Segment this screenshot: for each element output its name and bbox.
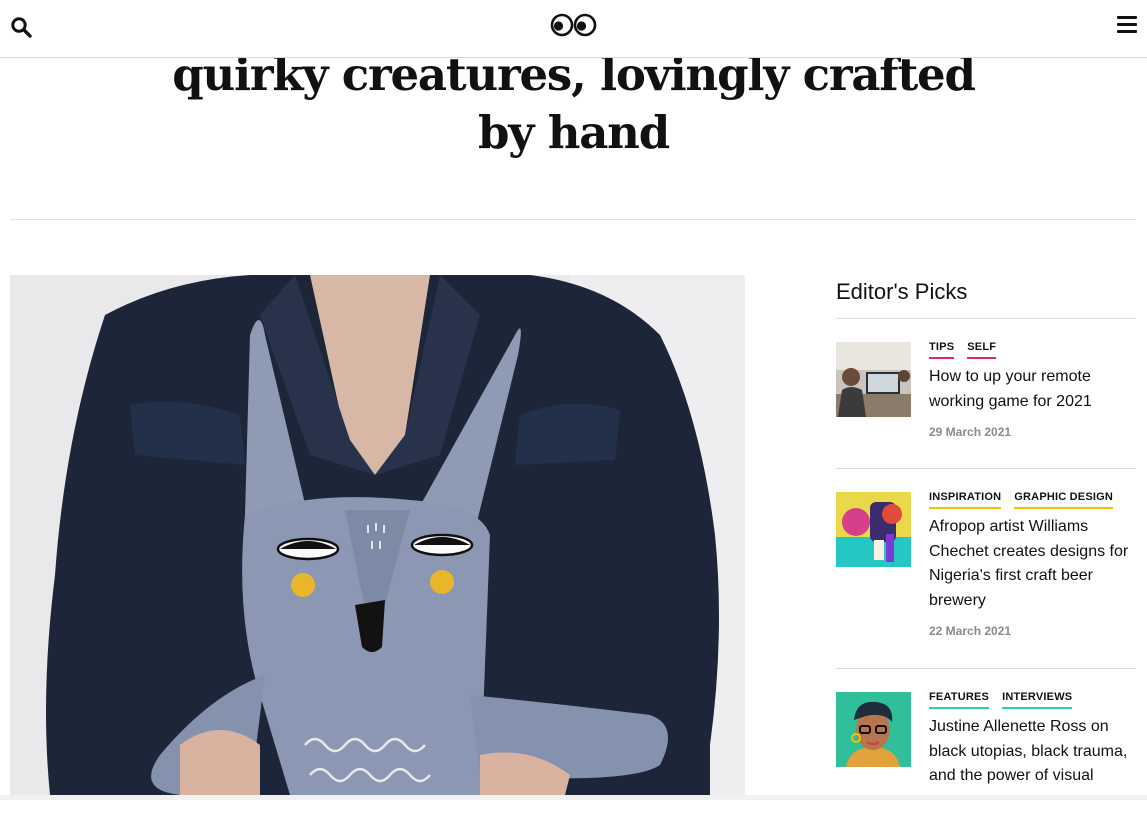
pick-content: TIPS SELF How to up your remote working … bbox=[929, 341, 1136, 439]
pick-tags: TIPS SELF bbox=[929, 341, 1136, 359]
pick-tags: FEATURES INTERVIEWS bbox=[929, 691, 1136, 709]
menu-line bbox=[1117, 30, 1137, 33]
title-divider bbox=[10, 219, 1136, 220]
pick-content: INSPIRATION GRAPHIC DESIGN Afropop artis… bbox=[929, 491, 1136, 638]
menu-line bbox=[1117, 16, 1137, 19]
pick-tags: INSPIRATION GRAPHIC DESIGN bbox=[929, 491, 1136, 509]
tag-link[interactable]: GRAPHIC DESIGN bbox=[1014, 491, 1114, 509]
pick-title-link[interactable]: How to up your remote working game for 2… bbox=[929, 365, 1136, 414]
tag-link[interactable]: SELF bbox=[967, 341, 997, 359]
googly-eyes-logo[interactable] bbox=[549, 12, 599, 38]
tag-link[interactable]: FEATURES bbox=[929, 691, 990, 709]
pick-date: 29 March 2021 bbox=[929, 425, 1012, 439]
editors-pick-item: INSPIRATION GRAPHIC DESIGN Afropop artis… bbox=[836, 469, 1136, 669]
pick-title-link[interactable]: Afropop artist Williams Chechet creates … bbox=[929, 515, 1136, 613]
article-title-line-2: by hand bbox=[478, 106, 670, 159]
editors-pick-item: TIPS SELF How to up your remote working … bbox=[836, 319, 1136, 469]
hamburger-menu-icon[interactable] bbox=[1117, 16, 1137, 36]
tag-link[interactable]: TIPS bbox=[929, 341, 955, 359]
menu-line bbox=[1117, 23, 1137, 26]
tag-link[interactable]: INSPIRATION bbox=[929, 491, 1002, 509]
search-icon[interactable] bbox=[10, 16, 34, 40]
top-navigation-bar bbox=[0, 0, 1147, 58]
pick-thumbnail-remote-working[interactable] bbox=[836, 342, 911, 417]
pick-date: 22 March 2021 bbox=[929, 624, 1012, 638]
article-title: quirky creatures, lovingly crafted by ha… bbox=[0, 46, 1147, 162]
tag-link[interactable]: INTERVIEWS bbox=[1002, 691, 1073, 709]
editors-picks-heading: Editor's Picks bbox=[836, 279, 968, 304]
pick-title-link[interactable]: Justine Allenette Ross on black utopias,… bbox=[929, 715, 1136, 789]
editors-picks-sidebar: Editor's Picks TIPS SELF How to up your … bbox=[836, 278, 1136, 818]
hero-image-plush-wolf bbox=[10, 275, 745, 795]
pick-thumbnail-afropop-art[interactable] bbox=[836, 492, 911, 567]
pick-content: FEATURES INTERVIEWS Justine Allenette Ro… bbox=[929, 691, 1136, 789]
page-bottom-edge bbox=[0, 795, 1147, 800]
pick-thumbnail-portrait-illustration[interactable] bbox=[836, 692, 911, 767]
